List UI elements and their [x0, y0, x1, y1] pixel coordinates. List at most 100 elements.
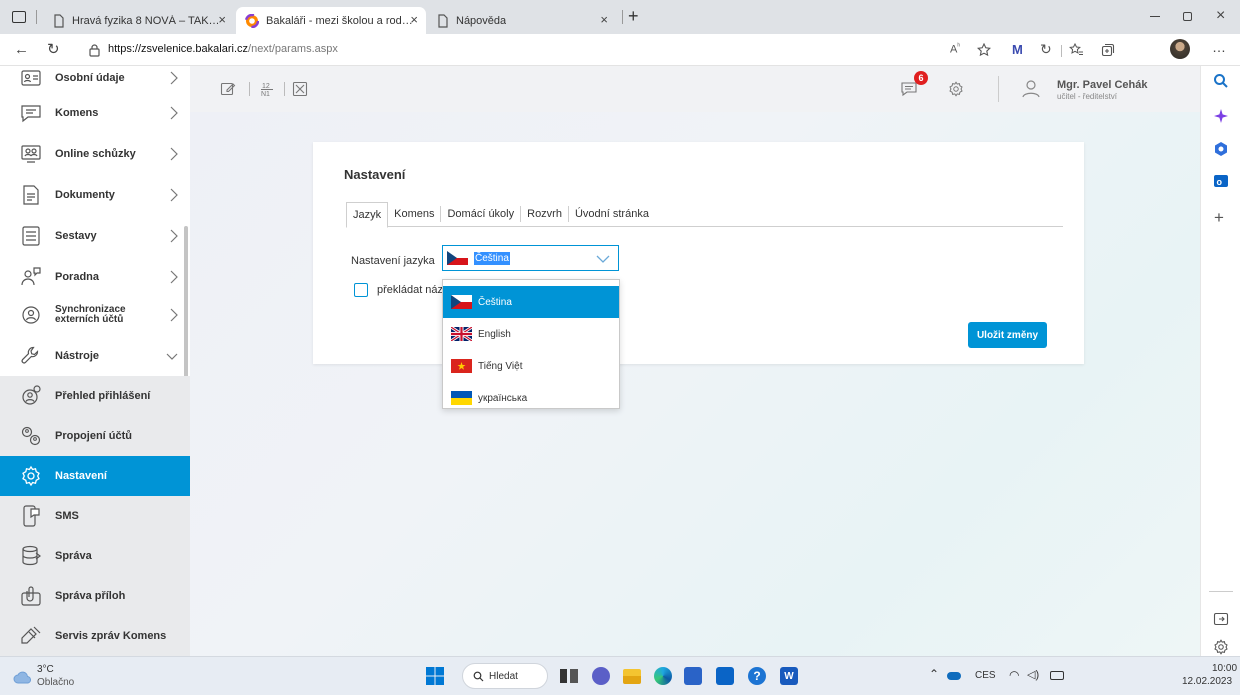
message-service-icon [21, 626, 41, 644]
notification-count: 6 [918, 73, 924, 83]
outlook-taskbar-icon[interactable] [716, 667, 734, 685]
back-icon[interactable]: ← [14, 41, 29, 58]
sidebar-item-synchronizace[interactable]: Synchronizace externích účtů [0, 293, 190, 337]
profile-avatar[interactable] [1170, 39, 1190, 59]
refresh-extension-icon[interactable]: ↻ [1040, 41, 1052, 58]
sidebar-item-nastaveni[interactable]: Nastavení [0, 456, 190, 496]
address-bar-row: ← ↻ https://zsvelenice.bakalari.cz/next/… [0, 34, 1240, 66]
sidebar-item-propojeni-uctu[interactable]: Propojení účtů [0, 416, 190, 456]
absence-icon[interactable] [292, 81, 308, 97]
sidebar-item-sestavy[interactable]: Sestavy [0, 216, 190, 256]
copilot-sparkle-icon[interactable] [1212, 107, 1230, 125]
store-icon[interactable] [684, 667, 702, 685]
close-tab-icon[interactable]: × [410, 12, 418, 27]
user-avatar-icon[interactable] [1019, 76, 1043, 100]
battery-icon[interactable] [1050, 671, 1064, 680]
clock-date[interactable]: 12.02.2023 [1182, 676, 1232, 687]
chat-app-icon[interactable] [592, 667, 610, 685]
url-host: https://zsvelenice.bakalari.cz [108, 43, 249, 55]
windows-start-icon[interactable] [426, 667, 444, 685]
read-aloud-icon[interactable]: Aʰ [950, 43, 960, 56]
sidebar-item-dokumenty[interactable]: Dokumenty [0, 175, 190, 215]
grades-icon[interactable]: 12N1 [259, 80, 275, 98]
tab-jazyk[interactable]: Jazyk [346, 202, 389, 228]
language-option-cestina[interactable]: Čeština [443, 286, 619, 318]
login-overview-icon [22, 385, 41, 405]
url-field[interactable]: https://zsvelenice.bakalari.cz/next/para… [108, 43, 338, 55]
sidebar-item-label: Nástroje [55, 349, 100, 362]
save-button[interactable]: Uložit změny [968, 322, 1047, 348]
input-language[interactable]: CES [975, 670, 996, 681]
add-favorite-icon[interactable] [977, 43, 991, 57]
windows-taskbar: 3°C Oblačno Hledat ? W ⌃ CES ◠ ◁) 10:00 … [0, 656, 1240, 695]
top-toolbar: 12 N1 6 Mgr. Pavel Cehák učitel - ředitel… [190, 66, 1200, 112]
sidebar-item-nastroje[interactable]: Nástroje [0, 336, 190, 376]
chevron-right-icon [170, 229, 178, 243]
tab-uvodni-stranka[interactable]: Úvodní stránka [569, 206, 655, 222]
clock-time[interactable]: 10:00 [1212, 663, 1237, 674]
hide-sidebar-icon[interactable] [1212, 610, 1230, 628]
sidebar-item-komens[interactable]: Komens [0, 93, 190, 133]
messages-icon[interactable] [900, 81, 918, 97]
volume-icon[interactable]: ◁) [1027, 668, 1039, 681]
close-tab-icon[interactable]: × [218, 12, 226, 27]
database-icon [22, 545, 41, 566]
language-option-english[interactable]: English [443, 318, 619, 350]
tab-actions-icon[interactable] [12, 11, 26, 23]
extension-m-icon[interactable]: M [1012, 42, 1023, 57]
language-option-vietnamese[interactable]: Tiếng Việt [443, 350, 619, 382]
outlook-icon[interactable]: o [1212, 172, 1230, 190]
language-select[interactable]: Čeština [442, 245, 619, 271]
browser-tab-napoveda[interactable]: Nápověda × [428, 7, 620, 34]
wifi-icon[interactable]: ◠ [1009, 668, 1019, 682]
chevron-up-icon[interactable]: ⌃ [929, 667, 939, 681]
sidebar-item-poradna[interactable]: Poradna [0, 257, 190, 297]
taskbar-search[interactable]: Hledat [462, 663, 548, 689]
sidebar-item-servis-zprav[interactable]: Servis zpráv Komens [0, 616, 190, 656]
file-explorer-icon[interactable] [623, 669, 641, 684]
onedrive-icon[interactable] [947, 672, 961, 680]
selected-language: Čeština [474, 251, 510, 265]
close-tab-icon[interactable]: × [600, 12, 608, 27]
close-window-icon[interactable]: × [1216, 7, 1225, 25]
divider [998, 76, 999, 102]
word-icon[interactable]: W [780, 667, 798, 685]
search-label: Hledat [489, 670, 518, 682]
browser-tab-hrava-fyzika[interactable]: Hravá fyzika 8 NOVÁ – TAKTIK i... × [44, 7, 234, 34]
settings-tabs: Jazyk Komens Domácí úkoly Rozvrh Úvodní … [346, 202, 1063, 228]
favorites-icon[interactable] [1069, 43, 1084, 57]
settings-gear-icon[interactable] [947, 80, 965, 98]
language-label: Nastavení jazyka [351, 255, 435, 267]
collections-icon[interactable] [1101, 43, 1115, 57]
sidebar-item-sprava[interactable]: Správa [0, 536, 190, 576]
help-icon[interactable]: ? [748, 667, 766, 685]
page-icon [54, 13, 64, 28]
tab-title: Nápověda [456, 14, 507, 27]
more-icon[interactable]: … [1212, 39, 1226, 55]
restore-icon[interactable] [1183, 12, 1192, 21]
refresh-icon[interactable]: ↻ [47, 40, 60, 58]
search-icon[interactable] [1212, 72, 1230, 90]
new-tab-icon[interactable]: + [628, 6, 639, 27]
tab-rozvrh[interactable]: Rozvrh [521, 206, 569, 222]
sidebar-item-sprava-priloh[interactable]: Správa příloh [0, 576, 190, 616]
office-icon[interactable] [1212, 140, 1230, 158]
sidebar-item-online-schuzky[interactable]: Online schůzky [0, 134, 190, 174]
tab-domaci-ukoly[interactable]: Domácí úkoly [441, 206, 522, 222]
sidebar-item-sms[interactable]: SMS [0, 496, 190, 536]
sidebar-item-prehled-prihlaseni[interactable]: Přehled přihlášení [0, 376, 190, 416]
language-option-ukrainian[interactable]: українська [443, 382, 619, 414]
sidebar-item-label: Online schůzky [55, 147, 136, 160]
language-option-label: Tiếng Việt [478, 360, 523, 372]
edge-browser-icon[interactable] [654, 667, 672, 685]
edit-icon[interactable] [220, 81, 236, 97]
language-option-label: English [478, 328, 511, 340]
translate-checkbox[interactable] [354, 283, 368, 297]
sidebar-settings-icon[interactable] [1212, 638, 1230, 656]
add-panel-icon[interactable]: + [1214, 208, 1224, 228]
task-view-icon[interactable] [560, 669, 578, 683]
minimize-icon[interactable] [1150, 16, 1160, 17]
cloudy-weather-icon[interactable] [12, 670, 34, 684]
tab-komens[interactable]: Komens [388, 206, 442, 222]
browser-tab-bakalari[interactable]: Bakaláři - mezi školou a rodinou × [236, 7, 426, 34]
